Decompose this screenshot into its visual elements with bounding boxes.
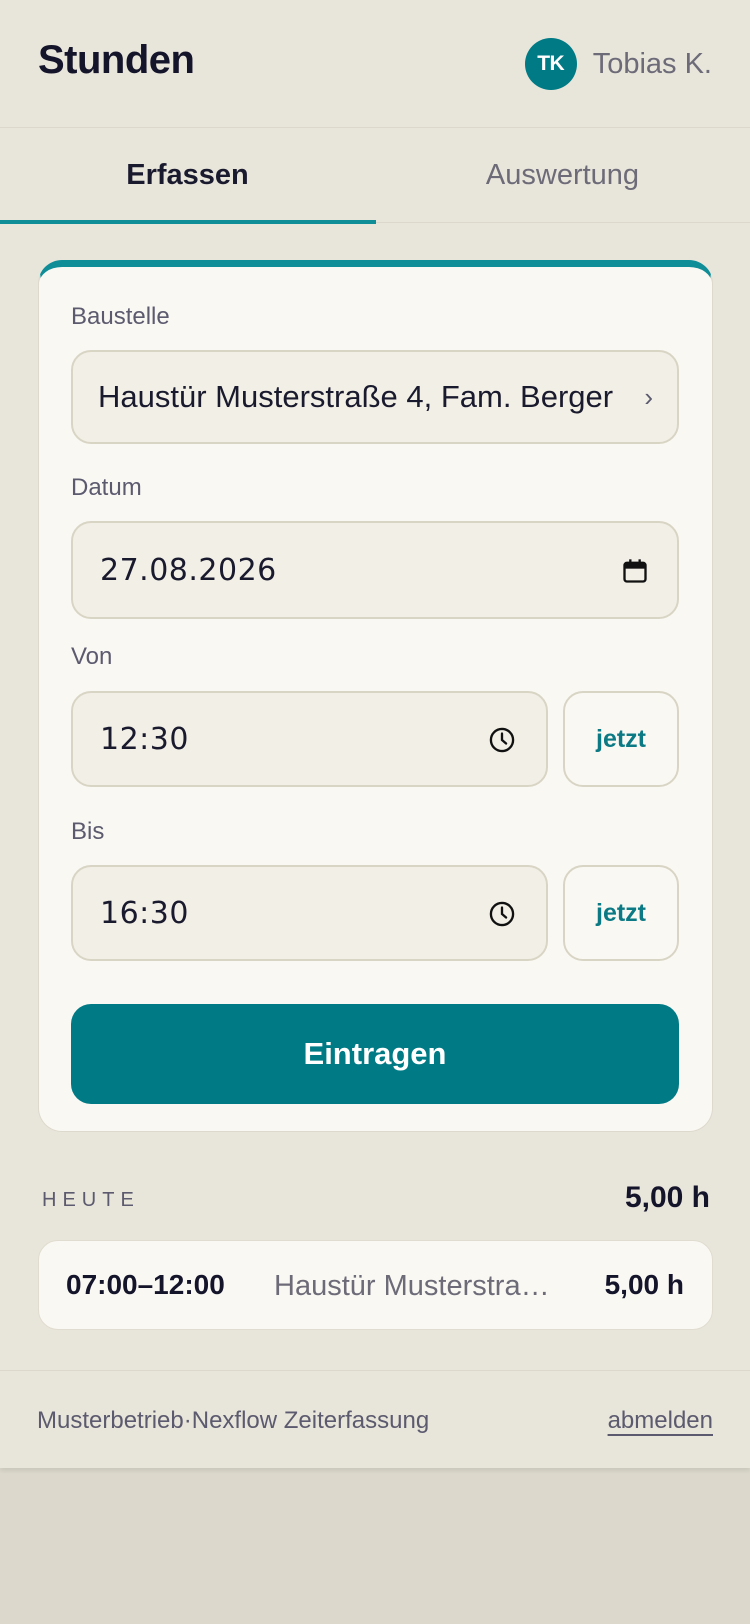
date-label: Datum bbox=[71, 474, 142, 501]
user-name[interactable]: Tobias K. bbox=[593, 48, 712, 81]
footer-separator: · bbox=[183, 1407, 192, 1434]
product-name: Nexflow Zeiterfassung bbox=[191, 1407, 430, 1434]
from-label: Von bbox=[71, 643, 113, 670]
to-time-input[interactable]: 16:30 bbox=[71, 865, 548, 961]
from-time-value: 12:30 bbox=[100, 721, 189, 757]
calendar-icon[interactable] bbox=[621, 557, 649, 585]
date-value: 27.08.2026 bbox=[100, 552, 277, 588]
today-label: HEUTE bbox=[42, 1189, 140, 1211]
app-header: Stunden TK Tobias K. bbox=[0, 0, 750, 128]
site-label: Baustelle bbox=[71, 303, 170, 330]
to-label: Bis bbox=[71, 818, 105, 845]
to-now-button[interactable]: jetzt bbox=[563, 865, 679, 961]
from-time-input[interactable]: 12:30 bbox=[71, 691, 548, 787]
entry-time: 07:00–12:00 bbox=[66, 1269, 225, 1300]
clock-icon[interactable] bbox=[488, 726, 516, 754]
entry-hours: 5,00 h bbox=[604, 1269, 684, 1300]
logout-link[interactable]: abmelden bbox=[608, 1407, 713, 1435]
app-screen: Stunden TK Tobias K. Erfassen Auswertung… bbox=[0, 0, 750, 1468]
site-selector[interactable]: Haustür Musterstraße 4, Fam. Berger › bbox=[71, 350, 679, 444]
submit-button[interactable]: Eintragen bbox=[71, 1004, 679, 1104]
from-now-button[interactable]: jetzt bbox=[563, 691, 679, 787]
tab-auswertung[interactable]: Auswertung bbox=[375, 128, 750, 223]
tab-bar: Erfassen Auswertung bbox=[0, 128, 750, 224]
time-entry-form: Baustelle Haustür Musterstraße 4, Fam. B… bbox=[38, 260, 713, 1132]
tab-erfassen[interactable]: Erfassen bbox=[0, 128, 376, 224]
entry-site: Haustür Musterstraße 4, Fam. Berger bbox=[274, 1270, 564, 1302]
today-total: 5,00 h bbox=[624, 1181, 710, 1214]
page-title: Stunden bbox=[38, 38, 195, 82]
list-item[interactable]: 07:00–12:00 Haustür Musterstraße 4, Fam.… bbox=[38, 1240, 713, 1330]
user-menu[interactable]: TK Tobias K. bbox=[524, 38, 712, 90]
clock-icon[interactable] bbox=[488, 900, 516, 928]
footer-text: Musterbetrieb·Nexflow Zeiterfassung bbox=[37, 1407, 429, 1435]
chevron-right-icon: › bbox=[644, 382, 653, 412]
date-input[interactable]: 27.08.2026 bbox=[71, 521, 679, 619]
app-footer: Musterbetrieb·Nexflow Zeiterfassung abme… bbox=[0, 1370, 750, 1468]
to-time-value: 16:30 bbox=[100, 895, 189, 931]
company-name: Musterbetrieb bbox=[37, 1407, 184, 1434]
site-value: Haustür Musterstraße 4, Fam. Berger bbox=[98, 379, 614, 414]
avatar[interactable]: TK bbox=[524, 38, 577, 90]
